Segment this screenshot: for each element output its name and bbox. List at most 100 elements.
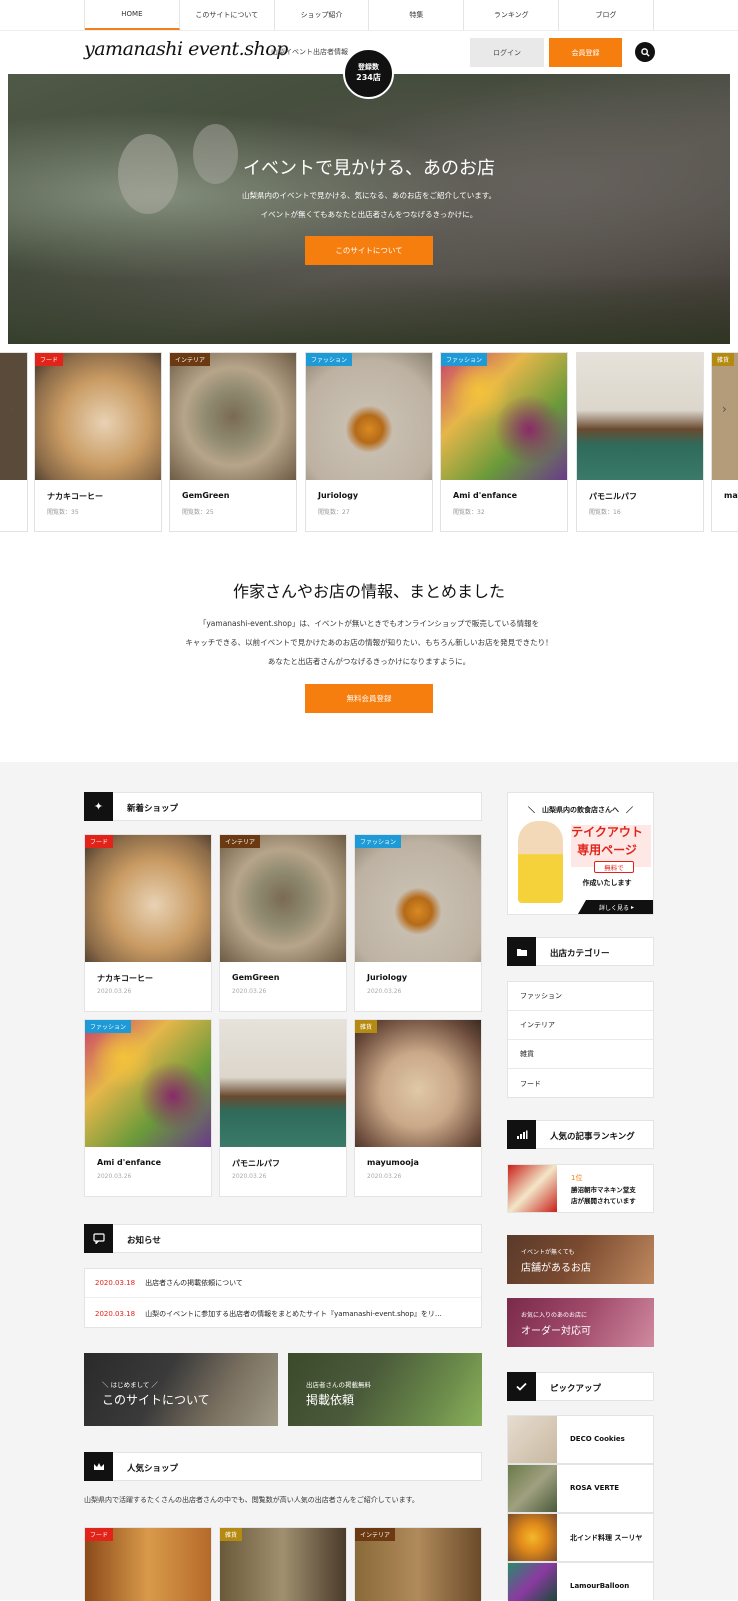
banner-small-text: お気に入りのあのお店に [521, 1312, 588, 1319]
folder-icon [507, 937, 536, 966]
carousel-card[interactable]: ファッション Ami d'enfance 閲覧数：32 [440, 352, 568, 532]
pickup-item[interactable]: ROSA VERTE [507, 1464, 654, 1513]
category-tag: インテリア [170, 353, 211, 366]
ranking-header: 人気の記事ランキング [507, 1120, 654, 1149]
category-item[interactable]: インテリア [508, 1011, 654, 1040]
pickup-item[interactable]: 北インド料理 スーリヤ [507, 1513, 654, 1562]
header-divider [0, 30, 738, 31]
carousel-card[interactable]: ファッション Juriology 閲覧数：27 [305, 352, 433, 532]
free-signup-button[interactable]: 無料会員登録 [305, 684, 433, 713]
nav-features[interactable]: 特集 [369, 0, 465, 30]
banner-small-text: 出店者さんの掲載無料 [306, 1381, 371, 1389]
category-item[interactable]: 雑貨 [508, 1040, 654, 1069]
category-item[interactable]: フード [508, 1069, 654, 1098]
shop-card-name: mayumooja [367, 1158, 419, 1167]
takeout-title-1: テイクアウト [571, 825, 643, 839]
pickup-item-image [508, 1563, 557, 1601]
search-icon [640, 47, 650, 57]
category-tag: 雑貨 [220, 1528, 243, 1541]
popular-shop-card[interactable]: インテリア [354, 1527, 482, 1601]
ranking-item-text-1: 勝沼朝市マネキン堂支 [571, 1186, 636, 1194]
takeout-free-label: 無料で [594, 861, 634, 873]
crown-icon [84, 1452, 113, 1481]
shop-card[interactable]: インテリア GemGreen 2020.03.26 [219, 834, 347, 1012]
shop-card[interactable]: フード ナカキコーヒー 2020.03.26 [84, 834, 212, 1012]
category-tag: 雑貨 [355, 1020, 378, 1033]
pickup-title: ピックアップ [550, 1384, 602, 1394]
shop-card[interactable]: ファッション Ami d'enfance 2020.03.26 [84, 1019, 212, 1197]
popular-shop-card[interactable]: 雑貨 [219, 1527, 347, 1601]
nav-ranking[interactable]: ランキング [464, 0, 560, 30]
hero-banner: イベントで見かける、あのお店 山梨県内のイベントで見かける、気になる、あのお店を… [8, 74, 730, 344]
shop-card-image [220, 835, 346, 962]
pickup-header: ピックアップ [507, 1372, 654, 1401]
news-item[interactable]: 2020.03.18 山梨のイベントに参加する出店者の情報をまとめたサイト『ya… [85, 1299, 481, 1328]
order-available-banner[interactable]: お気に入りのあのお店に オーダー対応可 [507, 1298, 654, 1347]
shop-card-name: パモニルパフ [232, 1159, 280, 1168]
sparkle-icon: ✦ [84, 792, 113, 821]
carousel-card-partial[interactable]: 雑貨 may [711, 352, 738, 532]
shop-card-image [355, 835, 481, 962]
category-tag: ファッション [441, 353, 488, 366]
carousel-card-image [170, 353, 296, 480]
nav-about[interactable]: このサイトについて [180, 0, 275, 30]
search-button[interactable] [635, 42, 655, 62]
pickup-item-name: LamourBalloon [570, 1582, 630, 1590]
carousel-next-icon[interactable]: › [722, 402, 727, 416]
about-site-banner[interactable]: ＼ はじめまして ／ このサイトについて [84, 1353, 278, 1426]
carousel-card-name: may [724, 491, 738, 500]
takeout-more-button[interactable]: 詳しく見る ▸ [578, 900, 653, 914]
badge-label: 登録数 [358, 63, 379, 72]
banner-large-text: このサイトについて [102, 1393, 210, 1407]
signup-button[interactable]: 会員登録 [549, 38, 622, 67]
nav-shops[interactable]: ショップ紹介 [275, 0, 370, 30]
category-tag: ファッション [85, 1020, 132, 1033]
popular-shops-header: 人気ショップ [84, 1452, 482, 1481]
news-date: 2020.03.18 [95, 1279, 136, 1287]
categories-header: 出店カテゴリー [507, 937, 654, 966]
popular-shop-card[interactable]: フード [84, 1527, 212, 1601]
carousel-card[interactable]: インテリア GemGreen 閲覧数：25 [169, 352, 297, 532]
carousel-card[interactable]: パモニルパフ 閲覧数：16 [576, 352, 704, 532]
carousel-card-views: 閲覧数：35 [47, 509, 79, 516]
ranking-item[interactable]: 1位 勝沼朝市マネキン堂支 店が展開されています [507, 1164, 654, 1213]
intro-text-3: あなたと出店者さんがつなげるきっかけになりますように。 [267, 657, 471, 666]
carousel-prev-icon[interactable]: ‹ [10, 402, 15, 416]
speech-bubble-icon [84, 1224, 113, 1253]
shop-card[interactable]: 雑貨 mayumooja 2020.03.26 [354, 1019, 482, 1197]
shop-card-date: 2020.03.26 [367, 988, 402, 995]
category-tag: インテリア [220, 835, 261, 848]
news-date: 2020.03.18 [95, 1309, 136, 1318]
login-button[interactable]: ログイン [470, 38, 544, 67]
carousel-card[interactable]: フード ナカキコーヒー 閲覧数：35 [34, 352, 162, 532]
banner-large-text: オーダー対応可 [521, 1326, 591, 1337]
store-shops-banner[interactable]: イベントが無くても 店舗があるお店 [507, 1235, 654, 1284]
check-icon [507, 1372, 536, 1401]
top-nav: HOME このサイトについて ショップ紹介 特集 ランキング ブログ [84, 0, 654, 30]
category-item[interactable]: ファッション [508, 982, 654, 1011]
shop-card[interactable]: パモニルパフ 2020.03.26 [219, 1019, 347, 1197]
carousel-card-name: Ami d'enfance [453, 491, 518, 500]
site-logo[interactable]: yamanashi event.shop [84, 38, 288, 60]
pickup-item[interactable]: DECO Cookies [507, 1415, 654, 1464]
takeout-create-text: 作成いたします [582, 879, 632, 887]
category-tag: ファッション [355, 835, 402, 848]
hero-about-button[interactable]: このサイトについて [305, 236, 433, 265]
shop-card[interactable]: ファッション Juriology 2020.03.26 [354, 834, 482, 1012]
pickup-item-image [508, 1416, 557, 1463]
listing-request-banner[interactable]: 出店者さんの掲載無料 掲載依頼 [288, 1353, 482, 1426]
nav-blog[interactable]: ブログ [559, 0, 654, 30]
pickup-item[interactable]: LamourBalloon [507, 1562, 654, 1601]
category-list: ファッション インテリア 雑貨 フード [507, 981, 654, 1098]
carousel-card-views: 閲覧数：32 [453, 509, 485, 516]
takeout-banner[interactable]: ＼ 山梨県内の飲食店さんへ ／ テイクアウト 専用ページ 無料で 作成いたします… [507, 792, 654, 915]
news-item[interactable]: 2020.03.18 出店者さんの掲載依頼について [85, 1269, 481, 1298]
site-tagline: 山梨イベント出店者情報 [271, 48, 348, 56]
category-tag: フード [35, 353, 64, 366]
carousel-card-partial[interactable] [0, 352, 28, 532]
nav-home[interactable]: HOME [85, 0, 180, 30]
news-text: 出店者さんの掲載依頼について [145, 1279, 243, 1287]
category-tag: 雑貨 [712, 353, 735, 366]
pickup-item-name: DECO Cookies [570, 1435, 625, 1443]
carousel-card-views: 閲覧数：27 [318, 509, 350, 516]
